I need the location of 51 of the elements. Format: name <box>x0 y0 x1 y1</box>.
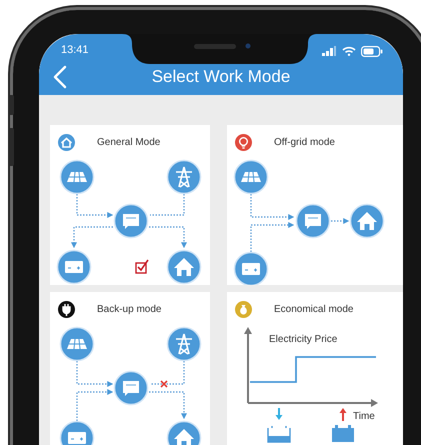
home-icon <box>58 134 75 150</box>
mode-card[interactable]: Off-grid mode <box>227 125 403 285</box>
flow-line <box>76 389 114 421</box>
signal-icon <box>322 46 337 56</box>
battery-icon <box>361 46 383 56</box>
flow-line <box>250 194 294 220</box>
battery-icon <box>60 420 94 445</box>
flow-line <box>150 361 185 385</box>
flow-line <box>76 361 114 387</box>
house-icon <box>166 250 202 284</box>
mode-title: Back-up mode <box>97 304 162 314</box>
wifi-icon <box>342 46 356 56</box>
up-arrow-icon <box>340 408 346 421</box>
mode-title: General Mode <box>97 136 160 148</box>
power-tower-icon <box>166 160 202 194</box>
charging-battery-icon <box>267 425 291 443</box>
mode-title: Off-grid mode <box>274 136 335 148</box>
house-icon <box>350 204 384 238</box>
mode-title: Economical mode <box>274 304 354 314</box>
inverter-icon <box>114 370 148 406</box>
plug-icon <box>58 300 75 318</box>
flow-line <box>76 194 114 218</box>
flow-line <box>71 226 113 248</box>
mode-card[interactable]: Economical mode Electricity Price Time <box>227 292 403 445</box>
battery-icon <box>56 250 92 284</box>
battery-icon <box>234 252 268 285</box>
flow-line <box>149 226 187 248</box>
mode-card[interactable]: General Mode <box>50 125 210 285</box>
house-icon <box>166 420 202 445</box>
solar-panel-icon <box>60 160 94 194</box>
flow-line <box>149 391 187 420</box>
power-tower-icon <box>166 326 202 362</box>
flow-line <box>150 194 185 216</box>
inverter-icon <box>296 204 330 238</box>
money-bag-icon <box>235 300 252 318</box>
checkbox[interactable] <box>135 260 149 274</box>
down-arrow-icon <box>276 408 282 420</box>
axis-label: Time <box>353 411 375 422</box>
chart-title: Electricity Price <box>269 334 338 345</box>
status-time: 13:41 <box>61 44 89 56</box>
solar-panel-icon <box>60 326 94 362</box>
full-battery-icon <box>332 425 354 442</box>
flow-line <box>331 218 350 224</box>
blocked-icon <box>160 380 168 388</box>
page-title: Select Work Mode <box>152 67 290 87</box>
flow-line <box>250 222 294 252</box>
solar-panel-icon <box>234 160 268 194</box>
mode-card[interactable]: Back-up mode <box>50 292 210 445</box>
inverter-icon <box>114 204 148 238</box>
back-icon[interactable] <box>53 65 67 89</box>
bulb-icon <box>235 134 252 150</box>
